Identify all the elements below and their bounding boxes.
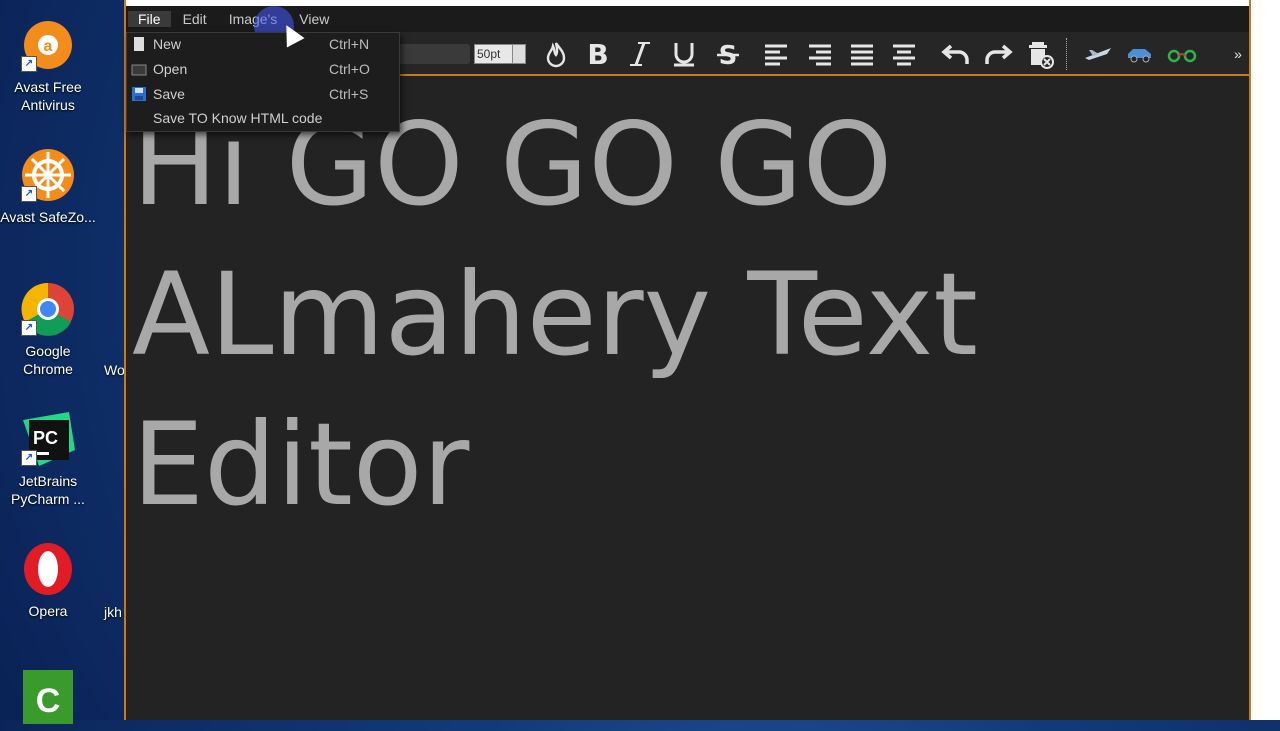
pycharm-icon: PC ↗ bbox=[19, 410, 77, 468]
desktop-icon-label: Opera bbox=[28, 603, 68, 619]
flame-icon bbox=[546, 42, 566, 68]
desktop-icon-label: Avast SafeZo... bbox=[0, 209, 96, 225]
desktop-icon-camtasia[interactable]: C bbox=[0, 668, 96, 726]
align-right-icon bbox=[809, 44, 831, 66]
trash-icon bbox=[1029, 42, 1054, 69]
align-left-button[interactable] bbox=[758, 36, 794, 72]
svg-text:PC: PC bbox=[33, 428, 58, 448]
align-justify-icon bbox=[851, 44, 873, 66]
file-menu-save-html[interactable]: Save TO Know HTML code bbox=[127, 107, 399, 131]
menu-edit[interactable]: Edit bbox=[173, 11, 217, 27]
align-right-button[interactable] bbox=[802, 36, 838, 72]
bold-button[interactable]: B bbox=[580, 36, 616, 72]
italic-button[interactable] bbox=[622, 36, 658, 72]
file-menu-new[interactable]: New Ctrl+N bbox=[127, 33, 399, 57]
underline-icon bbox=[674, 43, 694, 67]
safezone-icon: ↗ bbox=[19, 146, 77, 204]
desktop-icon-partial-label: jkh bbox=[104, 604, 122, 620]
desktop: a ↗ Avast Free Antivirus ↗ Avast SafeZo.… bbox=[0, 0, 125, 724]
redo-button[interactable] bbox=[980, 36, 1016, 72]
clear-button[interactable] bbox=[1022, 36, 1058, 72]
menu-file[interactable]: File bbox=[128, 11, 171, 27]
desktop-icon-label: Avast Free Antivirus bbox=[14, 79, 82, 113]
car-icon bbox=[1128, 49, 1151, 63]
editor-area[interactable]: Hi GO GO GO ALmahery Text Editor bbox=[126, 76, 1249, 720]
desktop-icon-partial-label: Wo bbox=[104, 362, 125, 378]
desktop-icon-opera[interactable]: Opera bbox=[0, 540, 96, 620]
toolbar-overflow-button[interactable]: » bbox=[1228, 36, 1248, 72]
new-file-icon bbox=[131, 36, 147, 52]
strikethrough-button[interactable]: S bbox=[710, 36, 746, 72]
svg-text:C: C bbox=[36, 682, 61, 720]
toolbar-separator bbox=[1066, 38, 1069, 70]
desktop-icon-avast[interactable]: a ↗ Avast Free Antivirus bbox=[0, 16, 96, 114]
desktop-icon-safezone[interactable]: ↗ Avast SafeZo... bbox=[0, 146, 96, 226]
underline-button[interactable] bbox=[666, 36, 702, 72]
font-size-value: 50pt bbox=[477, 47, 501, 61]
bold-icon: B bbox=[587, 40, 608, 68]
save-icon bbox=[131, 86, 147, 102]
car-button[interactable] bbox=[1122, 36, 1158, 72]
redo-icon bbox=[985, 44, 1013, 64]
align-justify-button[interactable] bbox=[844, 36, 880, 72]
airplane-icon bbox=[1085, 48, 1111, 60]
align-center-icon bbox=[893, 44, 915, 66]
file-menu-dropdown: New Ctrl+N Open Ctrl+O Save Ctrl+S Save … bbox=[126, 32, 400, 132]
font-size-stepper[interactable]: 50pt bbox=[474, 44, 526, 64]
avast-icon: a ↗ bbox=[19, 16, 77, 74]
undo-icon bbox=[941, 44, 969, 64]
align-center-button[interactable] bbox=[886, 36, 922, 72]
opera-icon bbox=[19, 540, 77, 598]
plane-button[interactable] bbox=[1080, 36, 1116, 72]
file-menu-save[interactable]: Save Ctrl+S bbox=[127, 83, 399, 107]
desktop-icon-chrome[interactable]: ↗ Google Chrome bbox=[0, 280, 96, 378]
glasses-icon bbox=[1167, 49, 1197, 63]
document-line: Editor bbox=[132, 398, 470, 531]
document-line: ALmahery Text bbox=[132, 248, 978, 381]
desktop-icon-label: JetBrains PyCharm ... bbox=[11, 473, 85, 507]
text-editor-window: File Edit Image's View 50pt B S » Hi GO … bbox=[124, 0, 1251, 720]
desktop-icon-pycharm[interactable]: PC ↗ JetBrains PyCharm ... bbox=[0, 410, 96, 508]
camtasia-icon: C bbox=[19, 668, 77, 726]
svg-text:B: B bbox=[587, 40, 608, 68]
align-left-icon bbox=[765, 44, 787, 66]
chrome-icon: ↗ bbox=[19, 280, 77, 338]
desktop-icon-label: Google Chrome bbox=[23, 343, 73, 377]
italic-icon bbox=[630, 42, 650, 66]
strikethrough-icon: S bbox=[717, 41, 739, 68]
open-folder-icon bbox=[131, 61, 147, 77]
svg-text:a: a bbox=[44, 38, 53, 55]
document-text[interactable]: Hi GO GO GO ALmahery Text Editor bbox=[132, 90, 1132, 540]
font-family-select[interactable] bbox=[396, 44, 470, 64]
file-menu-open[interactable]: Open Ctrl+O bbox=[127, 58, 399, 82]
undo-button[interactable] bbox=[938, 36, 974, 72]
font-size-spin-icon[interactable] bbox=[512, 45, 525, 63]
text-color-button[interactable] bbox=[538, 36, 574, 72]
background-window-edge bbox=[1251, 0, 1280, 720]
glasses-button[interactable] bbox=[1164, 36, 1200, 72]
